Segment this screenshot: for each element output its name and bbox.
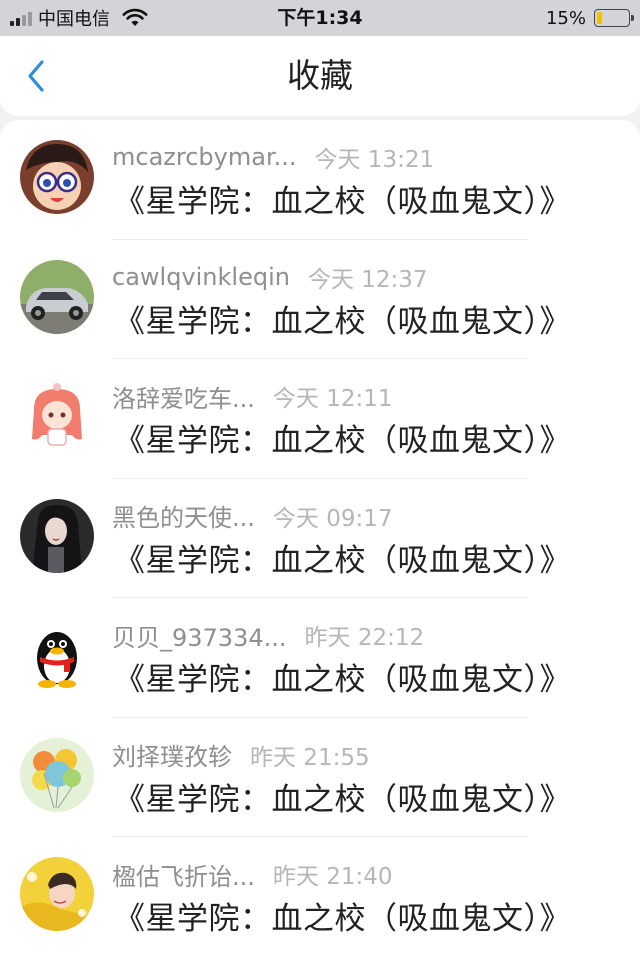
username[interactable]: 刘择璞孜轸 [112, 737, 232, 772]
item-meta: 黑色的天使... 今天 09:17 [112, 498, 393, 533]
timestamp: 今天 13:21 [314, 147, 435, 173]
timestamp: 昨天 22:12 [304, 625, 425, 651]
status-time: 下午1:34 [277, 7, 363, 29]
list-item[interactable]: 刘择璞孜轸 昨天 21:55 《星学院：血之校（吸血鬼文）》 [0, 718, 640, 838]
battery-icon [594, 9, 634, 27]
status-right: 15% [545, 0, 634, 36]
book-title[interactable]: 《星学院：血之校（吸血鬼文）》 [114, 415, 571, 460]
qq-penguin-icon [20, 618, 94, 692]
timestamp: 今天 09:17 [272, 505, 393, 532]
book-title[interactable]: 《星学院：血之校（吸血鬼文）》 [114, 774, 571, 819]
avatar[interactable] [20, 140, 94, 214]
list-item[interactable]: 洛辞爱吃车... 今天 12:11 《星学院：血之校（吸血鬼文）》 [0, 359, 640, 479]
timestamp: 昨天 21:55 [250, 744, 370, 771]
avatar[interactable] [20, 379, 94, 453]
avatar[interactable] [20, 737, 94, 812]
book-title[interactable]: 《星学院：血之校（吸血鬼文）》 [114, 654, 571, 699]
battery-level [597, 12, 602, 24]
anime-boy-avatar-icon [20, 140, 94, 214]
book-title[interactable]: 《星学院：血之校（吸血鬼文）》 [114, 296, 571, 341]
book-title[interactable]: 《星学院：血之校（吸血鬼文）》 [114, 893, 571, 938]
portrait-avatar-icon [20, 857, 94, 931]
book-title[interactable]: 《星学院：血之校（吸血鬼文）》 [114, 535, 571, 580]
item-meta: mcazrcbymar... 今天 13:21 [112, 142, 435, 173]
battery-percent: 15% [545, 7, 586, 29]
timestamp: 今天 12:11 [272, 386, 393, 412]
avatar[interactable] [20, 618, 94, 692]
dark-girl-avatar-icon [20, 498, 94, 573]
list-item[interactable]: 黑色的天使... 今天 09:17 《星学院：血之校（吸血鬼文）》 [0, 479, 640, 599]
page-title: 收藏 [287, 56, 353, 95]
list-item[interactable]: 贝贝_937334... 昨天 22:12 《星学院：血之校（吸血鬼文）》 [0, 598, 640, 718]
username[interactable]: 洛辞爱吃车... [112, 379, 255, 414]
list-item[interactable]: 楹估飞折诒... 昨天 21:40 《星学院：血之校（吸血鬼文）》 [0, 837, 640, 956]
list-item[interactable]: mcazrcbymar... 今天 13:21 《星学院：血之校（吸血鬼文）》 [0, 120, 640, 240]
avatar[interactable] [20, 259, 94, 334]
favorites-list: mcazrcbymar... 今天 13:21 《星学院：血之校（吸血鬼文）》 … [0, 120, 640, 956]
timestamp: 昨天 21:40 [272, 864, 393, 890]
item-meta: 贝贝_937334... 昨天 22:12 [112, 618, 425, 653]
username[interactable]: mcazrcbymar... [112, 143, 297, 171]
username[interactable]: 贝贝_937334... [112, 618, 287, 653]
item-meta: 楹估飞折诒... 昨天 21:40 [112, 857, 393, 892]
list-item[interactable]: cawlqvinkleqin 今天 12:37 《星学院：血之校（吸血鬼文）》 [0, 240, 640, 360]
book-title[interactable]: 《星学院：血之校（吸血鬼文）》 [114, 176, 571, 221]
nav-bar: 收藏 [0, 36, 640, 116]
item-meta: 刘择璞孜轸 昨天 21:55 [112, 737, 370, 772]
username[interactable]: 楹估飞折诒... [112, 857, 255, 892]
avatar[interactable] [20, 857, 94, 931]
timestamp: 今天 12:37 [307, 266, 428, 293]
status-bar: 中国电信 下午1:34 15% [0, 0, 640, 36]
balloons-icon [20, 737, 94, 812]
username[interactable]: 黑色的天使... [112, 498, 255, 533]
anime-girl-avatar-icon [20, 379, 94, 453]
item-meta: cawlqvinkleqin 今天 12:37 [112, 262, 428, 293]
username[interactable]: cawlqvinkleqin [112, 263, 290, 291]
car-avatar-icon [20, 259, 94, 334]
item-meta: 洛辞爱吃车... 今天 12:11 [112, 379, 393, 414]
avatar[interactable] [20, 498, 94, 573]
